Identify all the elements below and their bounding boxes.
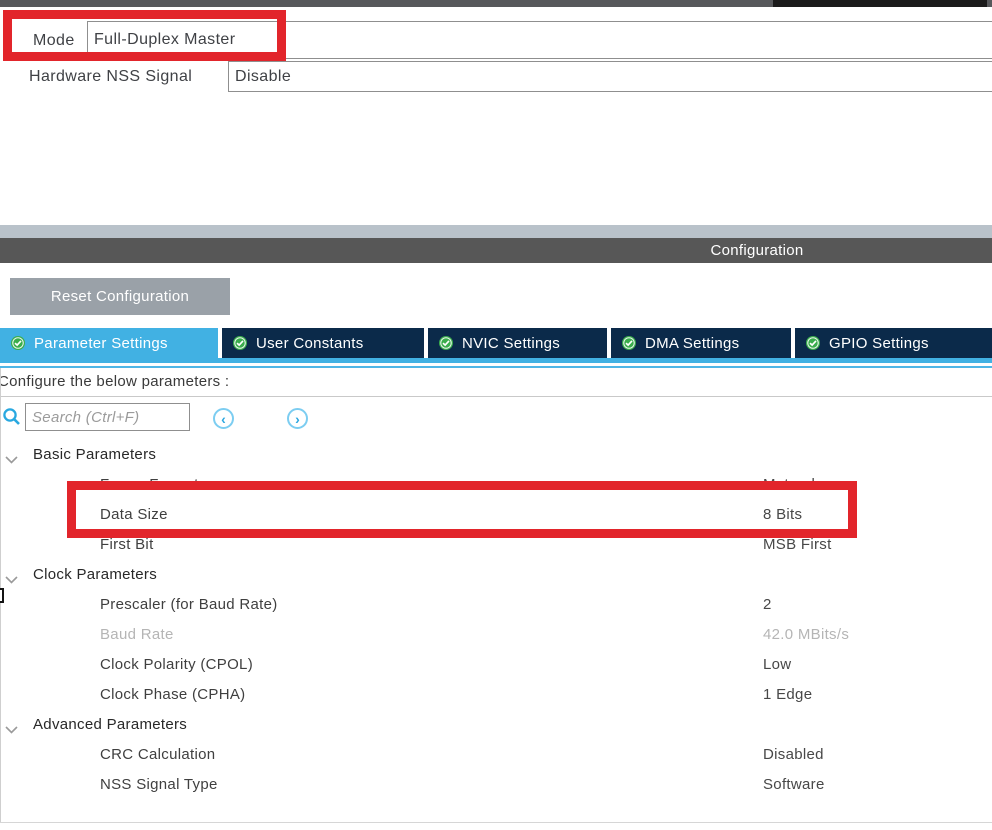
tab-label: GPIO Settings — [829, 335, 929, 352]
tab-user-constants[interactable]: User Constants — [222, 328, 424, 358]
parameter-label: CRC Calculation — [100, 746, 215, 763]
parameter-label: NSS Signal Type — [100, 776, 218, 793]
separator-line — [0, 396, 992, 397]
chevron-down-icon — [5, 451, 18, 469]
search-next-button[interactable]: › — [287, 408, 308, 429]
hardware-nss-signal-dropdown[interactable]: Disable — [228, 61, 992, 92]
parameter-value[interactable]: MSB First — [763, 536, 832, 553]
parameter-value[interactable]: Software — [763, 776, 825, 793]
check-circle-icon — [622, 336, 636, 350]
parameter-label: Baud Rate — [100, 626, 174, 643]
parameter-row-baud-rate[interactable]: Baud Rate 42.0 MBits/s — [0, 620, 992, 650]
hardware-nss-signal-value: Disable — [235, 68, 291, 86]
tab-nvic-settings[interactable]: NVIC Settings — [428, 328, 607, 358]
annotation-rectangle-mode — [3, 10, 286, 61]
section-divider-band — [0, 225, 992, 238]
group-name: Basic Parameters — [33, 446, 156, 463]
top-window-edge — [0, 0, 992, 7]
group-clock-parameters[interactable]: Clock Parameters — [0, 560, 992, 590]
check-circle-icon — [806, 336, 820, 350]
tab-dma-settings[interactable]: DMA Settings — [611, 328, 791, 358]
active-tab-underline — [0, 358, 992, 363]
group-name: Clock Parameters — [33, 566, 157, 583]
hardware-nss-signal-label: Hardware NSS Signal — [29, 68, 192, 86]
clipped-edge-artifact — [0, 588, 4, 603]
parameter-value[interactable]: 1 Edge — [763, 686, 812, 703]
parameter-label: Clock Phase (CPHA) — [100, 686, 245, 703]
parameter-value[interactable]: Disabled — [763, 746, 824, 763]
search-input[interactable] — [25, 403, 190, 431]
chevron-down-icon — [5, 721, 18, 739]
parameter-row-nss-signal-type[interactable]: NSS Signal Type Software — [0, 770, 992, 800]
group-basic-parameters[interactable]: Basic Parameters — [0, 440, 992, 470]
tab-label: Parameter Settings — [34, 335, 168, 352]
tab-label: NVIC Settings — [462, 335, 560, 352]
chevron-down-icon — [5, 571, 18, 589]
parameter-value[interactable]: 42.0 MBits/s — [763, 626, 849, 643]
configure-parameters-instruction: Configure the below parameters : — [0, 373, 229, 390]
parameter-label: Prescaler (for Baud Rate) — [100, 596, 278, 613]
chevron-left-icon: ‹ — [221, 412, 226, 426]
search-icon — [2, 407, 21, 431]
parameter-label: First Bit — [100, 536, 154, 553]
tab-label: User Constants — [256, 335, 364, 352]
chevron-right-icon: › — [295, 412, 300, 426]
annotation-rectangle-data-size — [67, 481, 857, 538]
top-window-edge-dark-segment — [773, 0, 987, 7]
parameter-row-crc-calculation[interactable]: CRC Calculation Disabled — [0, 740, 992, 770]
check-circle-icon — [439, 336, 453, 350]
tab-gpio-settings[interactable]: GPIO Settings — [795, 328, 992, 358]
tab-label: DMA Settings — [645, 335, 739, 352]
spi-configuration-panel: Mode Full-Duplex Master Hardware NSS Sig… — [0, 0, 992, 830]
configuration-title: Configuration — [697, 242, 817, 259]
reset-configuration-button[interactable]: Reset Configuration — [10, 278, 230, 315]
parameter-value[interactable]: 2 — [763, 596, 772, 613]
configuration-header-bar — [0, 238, 992, 263]
tab-parameter-settings[interactable]: Parameter Settings — [0, 328, 218, 358]
search-previous-button[interactable]: ‹ — [213, 408, 234, 429]
group-name: Advanced Parameters — [33, 716, 187, 733]
parameter-row-prescaler-for-baud-rate-[interactable]: Prescaler (for Baud Rate) 2 — [0, 590, 992, 620]
bottom-separator-line — [0, 822, 992, 823]
parameter-row-clock-polarity-cpol-[interactable]: Clock Polarity (CPOL) Low — [0, 650, 992, 680]
check-circle-icon — [233, 336, 247, 350]
check-circle-icon — [11, 336, 25, 350]
parameter-label: Clock Polarity (CPOL) — [100, 656, 253, 673]
parameter-value[interactable]: Low — [763, 656, 791, 673]
group-advanced-parameters[interactable]: Advanced Parameters — [0, 710, 992, 740]
parameter-row-clock-phase-cpha-[interactable]: Clock Phase (CPHA) 1 Edge — [0, 680, 992, 710]
tab-underline-accent — [0, 366, 992, 368]
